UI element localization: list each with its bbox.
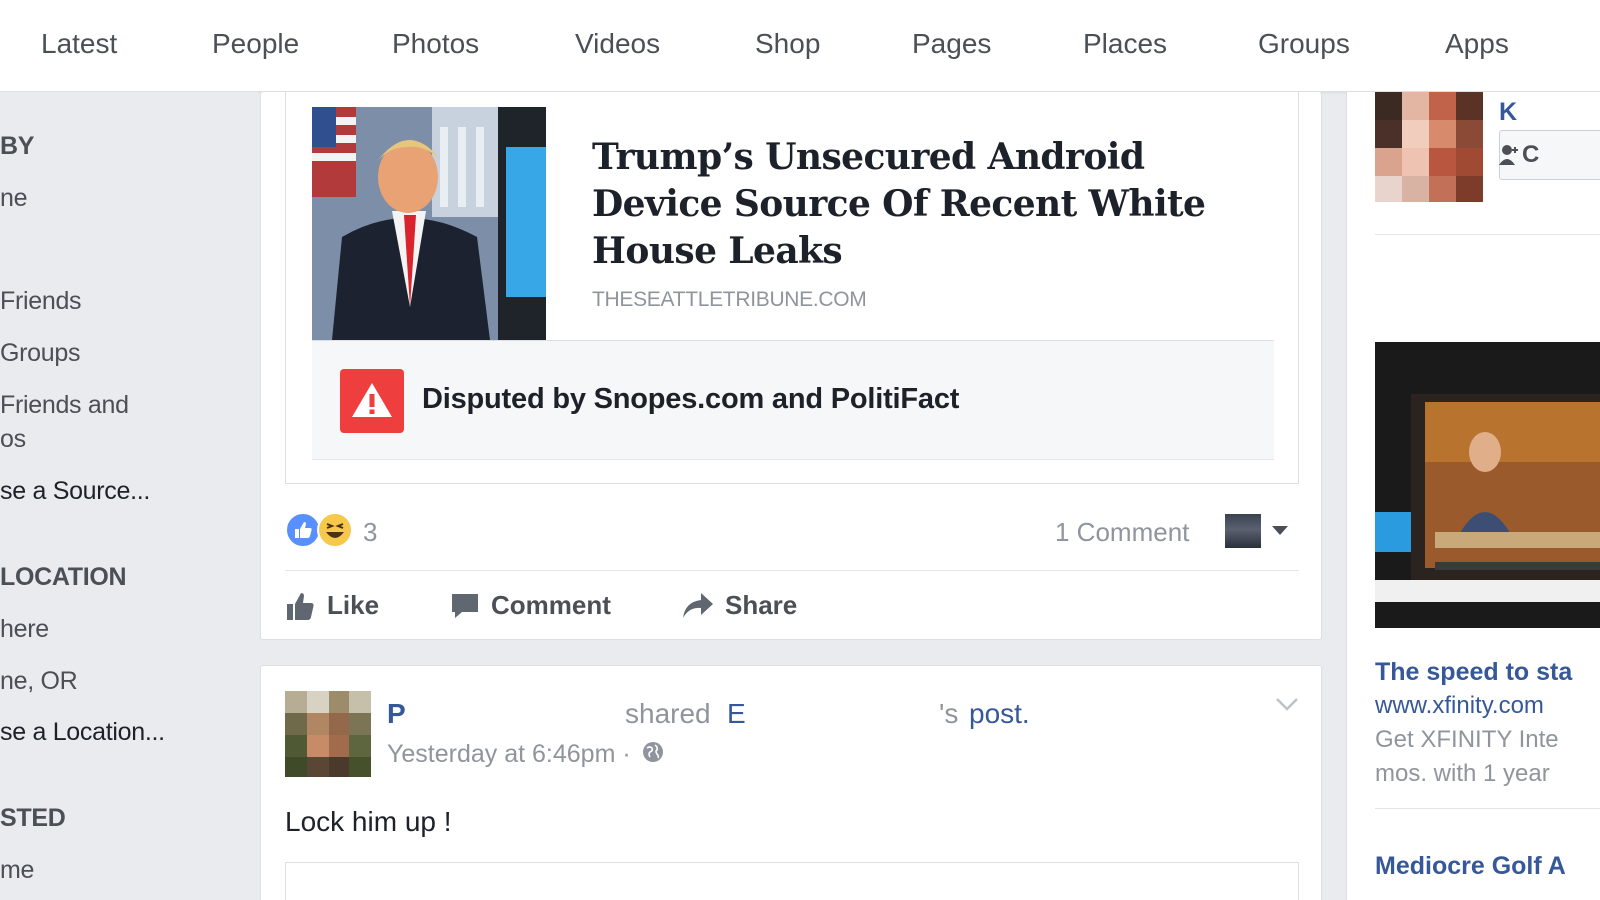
right-column: K C The speed to sta www.xfinity.com Get… bbox=[1346, 92, 1600, 900]
filter-option-city[interactable]: ne, OR bbox=[0, 667, 78, 696]
reactions-bar: 3 1 Comment bbox=[285, 512, 1299, 552]
reaction-count[interactable]: 3 bbox=[363, 517, 377, 548]
shared-author-link[interactable]: E bbox=[727, 698, 746, 730]
link-preview-card[interactable]: Trump’s Unsecured Android Device Source … bbox=[285, 92, 1299, 484]
add-friend-icon bbox=[1498, 143, 1520, 172]
ad-description-cont: mos. with 1 year bbox=[1375, 760, 1550, 787]
comment-label: Comment bbox=[491, 590, 611, 620]
chevron-down-icon[interactable] bbox=[1271, 524, 1289, 542]
globe-icon bbox=[642, 741, 664, 770]
feed-post: Trump’s Unsecured Android Device Source … bbox=[260, 92, 1322, 640]
ad-title-link[interactable]: The speed to sta bbox=[1375, 658, 1572, 687]
tab-latest[interactable]: Latest bbox=[41, 28, 117, 60]
tab-shop[interactable]: Shop bbox=[755, 28, 820, 60]
haha-reaction-icon[interactable] bbox=[317, 512, 353, 553]
comment-icon bbox=[452, 594, 478, 618]
choose-source-link[interactable]: se a Source... bbox=[0, 477, 150, 506]
tab-pages[interactable]: Pages bbox=[912, 28, 991, 60]
comment-count-link[interactable]: 1 Comment bbox=[1055, 517, 1189, 548]
comment-button[interactable]: Comment bbox=[449, 588, 629, 628]
thumbs-up-icon bbox=[287, 593, 314, 620]
disputed-text: Disputed by Snopes.com and PolitiFact bbox=[422, 383, 960, 415]
disputed-banner[interactable]: Disputed by Snopes.com and PolitiFact bbox=[312, 340, 1274, 460]
filter-option-friends-and-groups[interactable]: Friends and bbox=[0, 391, 129, 420]
tab-videos[interactable]: Videos bbox=[575, 28, 660, 60]
filter-heading-date-posted: STED bbox=[0, 804, 66, 832]
feed-post: P shared E 's post. Yesterday at 6:46pm … bbox=[260, 665, 1322, 900]
ad-url-link[interactable]: www.xfinity.com bbox=[1375, 692, 1544, 720]
post-link[interactable]: post. bbox=[969, 698, 1030, 730]
filter-option-groups[interactable]: Groups bbox=[0, 339, 80, 368]
article-thumbnail[interactable] bbox=[312, 107, 546, 340]
possessive-text: 's bbox=[939, 698, 959, 729]
ad2-title-link[interactable]: Mediocre Golf A bbox=[1375, 852, 1566, 881]
author-name-link[interactable]: P bbox=[387, 698, 406, 730]
filter-heading-posts-from: BY bbox=[0, 132, 35, 160]
suggestion-name-link[interactable]: K bbox=[1499, 98, 1517, 127]
filter-option-friends[interactable]: Friends bbox=[0, 287, 82, 316]
separator bbox=[1375, 808, 1600, 809]
shared-post-embed[interactable] bbox=[285, 862, 1299, 900]
like-button[interactable]: Like bbox=[285, 588, 405, 628]
filter-option-anywhere[interactable]: here bbox=[0, 615, 49, 644]
filter-sidebar: BY ne Friends Groups Friends and os se a… bbox=[0, 92, 258, 900]
post-timestamp[interactable]: Yesterday at 6:46pm · bbox=[387, 740, 664, 770]
add-friend-label: C bbox=[1522, 141, 1540, 168]
warning-icon bbox=[340, 369, 404, 433]
shared-text: shared bbox=[625, 698, 711, 729]
ad-video-thumbnail[interactable] bbox=[1375, 342, 1600, 628]
like-label: Like bbox=[327, 590, 380, 620]
separator bbox=[1375, 234, 1600, 235]
tab-apps[interactable]: Apps bbox=[1445, 28, 1509, 60]
article-domain: THESEATTLETRIBUNE.COM bbox=[592, 288, 867, 311]
tab-people[interactable]: People bbox=[212, 28, 299, 60]
author-avatar[interactable] bbox=[285, 691, 371, 777]
commenter-avatar[interactable] bbox=[1225, 514, 1261, 548]
tab-groups[interactable]: Groups bbox=[1258, 28, 1350, 60]
action-divider bbox=[285, 570, 1299, 571]
search-filter-nav: Latest People Photos Videos Shop Pages P… bbox=[0, 0, 1600, 92]
ad-description: Get XFINITY Inte bbox=[1375, 726, 1559, 753]
suggestion-avatar[interactable] bbox=[1375, 92, 1483, 202]
like-reaction-icon[interactable] bbox=[285, 512, 321, 553]
filter-option-friends-and-groups-cont[interactable]: os bbox=[0, 425, 26, 454]
tab-places[interactable]: Places bbox=[1083, 28, 1167, 60]
timestamp-text[interactable]: Yesterday at 6:46pm · bbox=[387, 740, 631, 768]
share-label: Share bbox=[725, 590, 798, 620]
post-options-chevron-icon[interactable] bbox=[1275, 696, 1299, 717]
filter-option-anytime[interactable]: me bbox=[0, 856, 34, 885]
add-friend-button[interactable]: C bbox=[1499, 130, 1600, 180]
tab-photos[interactable]: Photos bbox=[392, 28, 479, 60]
share-icon bbox=[683, 593, 713, 618]
post-text: Lock him up ! bbox=[285, 806, 452, 837]
article-headline[interactable]: Trump’s Unsecured Android Device Source … bbox=[592, 134, 1272, 275]
choose-location-link[interactable]: se a Location... bbox=[0, 718, 165, 747]
filter-option-anyone[interactable]: ne bbox=[0, 184, 28, 213]
filter-heading-location: LOCATION bbox=[0, 563, 127, 591]
share-button[interactable]: Share bbox=[681, 588, 811, 628]
